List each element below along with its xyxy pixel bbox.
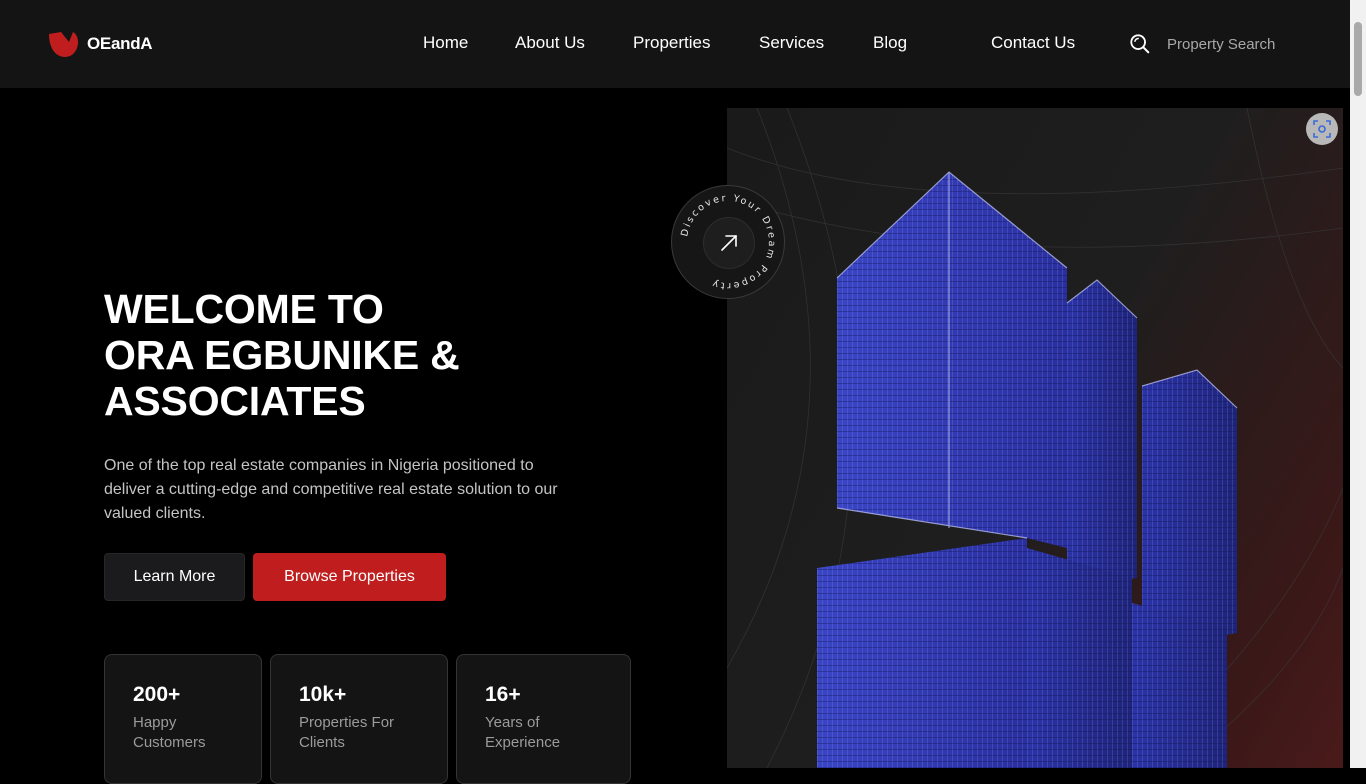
stat-value: 16+	[485, 683, 521, 706]
stat-card-experience: 16+ Years of Experience	[456, 654, 631, 784]
hero-title-line-1: WELCOME TO	[104, 286, 384, 332]
stat-label: Happy Customers	[133, 714, 206, 751]
page-scrollbar[interactable]	[1350, 0, 1366, 768]
visual-search-icon[interactable]	[1306, 113, 1338, 145]
stat-value: 10k+	[299, 683, 347, 706]
nav-blog[interactable]: Blog	[873, 33, 907, 53]
arrow-up-right-icon	[721, 235, 737, 251]
nav-services[interactable]: Services	[759, 33, 824, 53]
learn-more-button[interactable]: Learn More	[104, 553, 245, 601]
nav-contact-us[interactable]: Contact Us	[991, 33, 1075, 53]
stat-value: 200+	[133, 683, 181, 706]
brand-logo[interactable]: OEandA	[47, 30, 153, 58]
property-search-input[interactable]	[1163, 30, 1341, 58]
badge-center	[703, 217, 755, 269]
stat-label: Properties For Clients	[299, 714, 395, 751]
nav-home[interactable]: Home	[423, 33, 468, 53]
hero-title-line-3: ASSOCIATES	[104, 378, 366, 424]
nav-properties[interactable]: Properties	[633, 33, 710, 53]
scan-icon	[1313, 120, 1331, 138]
stat-label: Years of Experience	[485, 714, 561, 751]
hero-title: WELCOME TO ORA EGBUNIKE & ASSOCIATES	[104, 286, 460, 424]
stat-card-customers: 200+ Happy Customers	[104, 654, 262, 784]
brand-name: OEandA	[87, 34, 153, 53]
scrollbar-thumb[interactable]	[1354, 22, 1362, 96]
stat-card-properties: 10k+ Properties For Clients	[270, 654, 448, 784]
hero-building-image	[727, 108, 1343, 768]
hero-description: One of the top real estate companies in …	[104, 457, 558, 522]
building-illustration	[727, 108, 1343, 768]
search-icon[interactable]	[1129, 33, 1151, 55]
discover-dream-property-badge[interactable]: Discover Your Dream Property	[671, 185, 785, 299]
nav-about-us[interactable]: About Us	[515, 33, 585, 53]
top-nav: OEandA Home About Us Properties Services…	[0, 0, 1350, 88]
hero-title-line-2: ORA EGBUNIKE &	[104, 332, 460, 378]
logo-icon	[49, 32, 78, 57]
browse-properties-button[interactable]: Browse Properties	[253, 553, 446, 601]
